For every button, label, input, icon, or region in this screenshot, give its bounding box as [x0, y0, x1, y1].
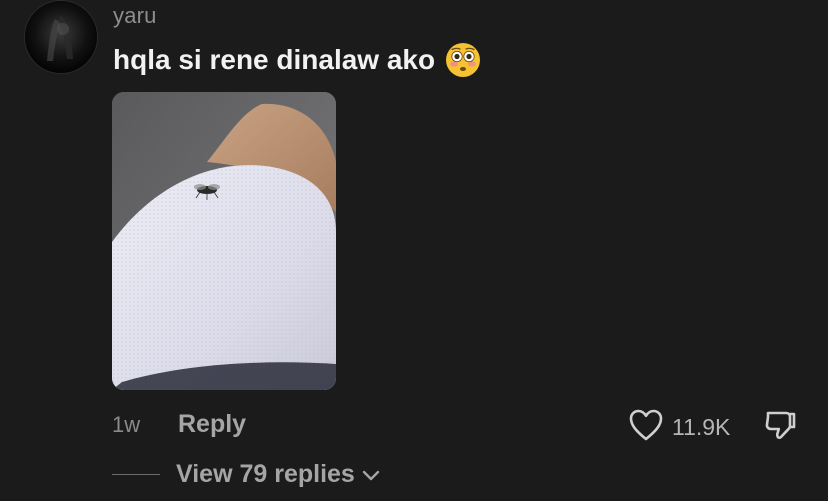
- comment-photo[interactable]: [112, 92, 336, 390]
- heart-icon: [628, 408, 664, 447]
- replies-row: View 79 replies: [0, 455, 828, 495]
- comment-actions: 1w Reply 11.9K: [0, 405, 828, 445]
- view-replies-label: View 79 replies: [176, 460, 355, 488]
- flushed-face-emoji-icon: [445, 42, 481, 78]
- timestamp: 1w: [112, 412, 141, 437]
- like-button[interactable]: 11.9K: [628, 408, 730, 447]
- divider: [112, 474, 160, 475]
- comment-item: yaru hqla si rene dinalaw ako 1w Reply 1…: [0, 0, 828, 501]
- view-replies-button[interactable]: View 79 replies: [176, 460, 381, 489]
- username[interactable]: yaru: [113, 3, 157, 29]
- comment-text: hqla si rene dinalaw ako: [113, 44, 436, 75]
- reply-button[interactable]: Reply: [178, 410, 246, 439]
- comment-body: hqla si rene dinalaw ako: [113, 42, 481, 78]
- like-count: 11.9K: [672, 414, 731, 440]
- dislike-button[interactable]: [762, 408, 798, 449]
- chevron-down-icon: [361, 460, 381, 489]
- thumbs-down-icon: [762, 411, 798, 448]
- avatar[interactable]: [24, 0, 98, 74]
